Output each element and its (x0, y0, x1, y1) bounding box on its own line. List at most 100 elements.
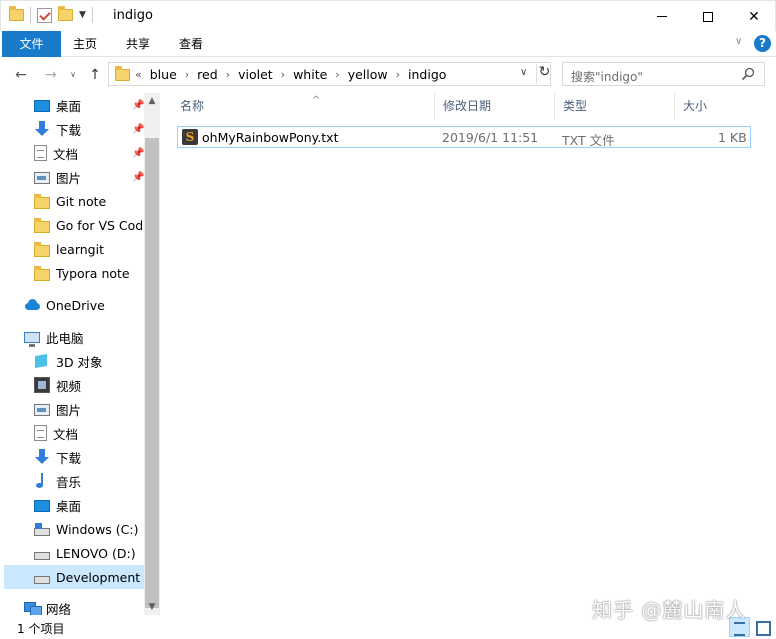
sidebar-item-label: 文档 (53, 426, 79, 442)
table-row[interactable]: S ohMyRainbowPony.txt 2019/6/1 11:51 TXT… (177, 126, 751, 148)
sidebar-item-desktop[interactable]: 桌面 📌 (4, 93, 144, 117)
sidebar-item-label: Typora note (56, 265, 130, 281)
sidebar-item-downloads[interactable]: 下载 📌 (4, 117, 144, 141)
window-title: indigo (113, 8, 153, 23)
close-icon: ✕ (748, 8, 760, 25)
navigation-bar: ← → ∨ ↑ « blue › red › violet › white › … (0, 57, 776, 93)
folder-icon[interactable] (9, 6, 24, 21)
breadcrumb-item[interactable]: violet (238, 67, 273, 82)
breadcrumb-overflow[interactable]: « (135, 68, 142, 81)
tab-view[interactable]: 查看 (168, 31, 214, 57)
3d-objects-icon (34, 353, 50, 369)
item-count: 1 个项目 (17, 622, 65, 636)
music-icon (34, 473, 50, 489)
sidebar-item-onedrive[interactable]: OneDrive (4, 293, 144, 317)
onedrive-cloud-icon (24, 297, 40, 313)
sidebar-item-downloads-pc[interactable]: 下载 (4, 445, 144, 469)
drive-icon (34, 576, 50, 584)
sidebar-item-label: LENOVO (D:) (56, 545, 136, 561)
sidebar-item-lenovo-d[interactable]: LENOVO (D:) (4, 541, 144, 565)
file-modified-date: 2019/6/1 11:51 (442, 130, 539, 145)
navigation-pane: 桌面 📌 下载 📌 文档 📌 图片 📌 Git note Go for VS C… (0, 93, 160, 617)
breadcrumb-item[interactable]: yellow (348, 67, 388, 82)
pin-icon[interactable]: 📌 (132, 172, 144, 183)
breadcrumb-separator-icon[interactable]: › (396, 68, 400, 81)
pin-icon[interactable]: 📌 (132, 148, 144, 159)
large-icons-view-icon[interactable] (752, 617, 772, 637)
properties-icon[interactable] (37, 7, 52, 23)
sidebar-item-label: 文档 (53, 146, 79, 162)
recent-locations-dropdown-icon[interactable]: ∨ (64, 66, 82, 84)
sidebar-item-label: 图片 (56, 170, 82, 186)
sidebar-item-label: Windows (C:) (56, 521, 139, 537)
sidebar-item-typora-note[interactable]: Typora note (4, 261, 144, 285)
breadcrumb-item[interactable]: indigo (408, 67, 446, 82)
search-icon[interactable] (741, 67, 755, 81)
sidebar-item-pictures-pc[interactable]: 图片 (4, 397, 144, 421)
breadcrumb-separator-icon[interactable]: › (335, 68, 339, 81)
search-input[interactable]: 搜索"indigo" (571, 68, 643, 85)
tab-file[interactable]: 文件 (2, 31, 61, 57)
sidebar-item-label: 3D 对象 (56, 354, 103, 370)
breadcrumb-separator-icon[interactable]: › (185, 68, 189, 81)
tab-home[interactable]: 主页 (62, 31, 108, 57)
breadcrumb-item[interactable]: red (197, 67, 218, 82)
sidebar-item-label: Development ( (56, 569, 149, 585)
sort-ascending-icon: ^ (312, 95, 321, 106)
close-button[interactable]: ✕ (731, 1, 776, 32)
sidebar-item-go-for-vscode[interactable]: Go for VS Cod (4, 213, 144, 237)
help-icon[interactable]: ? (754, 35, 771, 52)
file-name[interactable]: ohMyRainbowPony.txt (202, 130, 338, 145)
breadcrumb-item[interactable]: white (293, 67, 327, 82)
sidebar-item-label: Git note (56, 193, 107, 209)
watermark: 知乎 @麓山南人 (592, 598, 747, 622)
sidebar-item-documents[interactable]: 文档 📌 (4, 141, 144, 165)
sidebar-item-windows-c[interactable]: Windows (C:) (4, 517, 144, 541)
sidebar-item-music[interactable]: 音乐 (4, 469, 144, 493)
sidebar-item-3d-objects[interactable]: 3D 对象 (4, 349, 144, 373)
sidebar-item-git-note[interactable]: Git note (4, 189, 144, 213)
address-bar[interactable]: « blue › red › violet › white › yellow ›… (108, 62, 551, 86)
customize-toolbar-dropdown-icon[interactable]: ▼ (79, 10, 86, 20)
maximize-button[interactable] (685, 1, 731, 32)
pin-icon[interactable]: 📌 (132, 124, 144, 135)
breadcrumb-separator-icon[interactable]: › (281, 68, 285, 81)
video-icon (34, 377, 50, 393)
search-box[interactable]: 搜索"indigo" (562, 62, 765, 86)
pin-icon[interactable]: 📌 (132, 100, 144, 111)
column-header-name[interactable]: ^ 名称 (172, 93, 435, 119)
column-header-size[interactable]: 大小 (675, 93, 755, 119)
scroll-up-chevron-icon[interactable]: ▲ (144, 93, 160, 109)
breadcrumb-separator-icon[interactable]: › (226, 68, 230, 81)
up-arrow-icon[interactable]: ↑ (86, 66, 104, 84)
sidebar-item-this-pc[interactable]: 此电脑 (4, 325, 144, 349)
address-dropdown-chevron-icon[interactable]: ∨ (520, 67, 527, 78)
sidebar-item-desktop-pc[interactable]: 桌面 (4, 493, 144, 517)
sidebar-item-learngit[interactable]: learngit (4, 237, 144, 261)
navigation-pane-scrollbar[interactable]: ▲ ▼ (144, 93, 160, 615)
sidebar-item-documents-pc[interactable]: 文档 (4, 421, 144, 445)
forward-arrow-icon[interactable]: → (42, 66, 60, 84)
column-header-date[interactable]: 修改日期 (435, 93, 555, 119)
scroll-down-chevron-icon[interactable]: ▼ (144, 599, 160, 615)
network-icon (24, 600, 42, 616)
tab-share[interactable]: 共享 (115, 31, 161, 57)
minimize-button[interactable] (639, 1, 685, 32)
new-folder-icon[interactable] (58, 6, 73, 21)
breadcrumb-item[interactable]: blue (150, 67, 177, 82)
sidebar-item-pictures[interactable]: 图片 📌 (4, 165, 144, 189)
sidebar-item-label: learngit (56, 241, 104, 257)
download-icon (34, 449, 50, 465)
sidebar-item-label: 桌面 (56, 98, 82, 114)
refresh-icon[interactable]: ↻ (536, 64, 552, 84)
sidebar-item-label: 下载 (56, 122, 82, 138)
minimize-icon (657, 16, 667, 17)
back-arrow-icon[interactable]: ← (12, 66, 30, 84)
column-header-label: 名称 (180, 99, 205, 113)
sidebar-item-videos[interactable]: 视频 (4, 373, 144, 397)
toolbar-divider (91, 7, 93, 23)
expand-ribbon-chevron-icon[interactable]: ∨ (735, 36, 749, 50)
sidebar-item-development[interactable]: Development ( (4, 565, 154, 589)
scrollbar-thumb[interactable] (145, 138, 159, 608)
column-header-type[interactable]: 类型 (555, 93, 675, 119)
